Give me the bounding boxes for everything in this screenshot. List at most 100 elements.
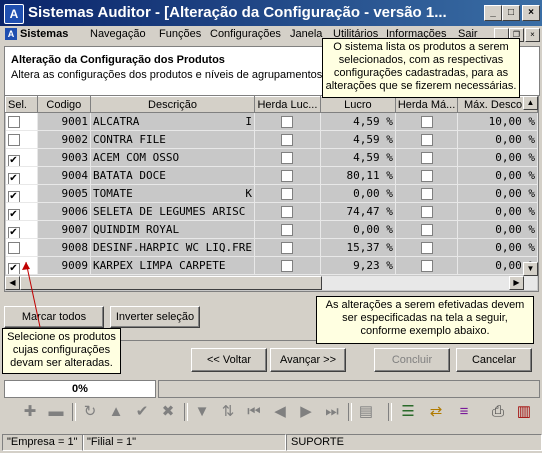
select-checkbox[interactable]	[7, 116, 20, 128]
herda-lucro-checkbox[interactable]	[281, 188, 294, 200]
scroll-down-button[interactable]: ▼	[523, 262, 538, 276]
herda-lucro-cell[interactable]	[254, 202, 321, 221]
mdi-close-button[interactable]: ×	[525, 28, 540, 42]
herda-lucro-cell[interactable]	[254, 112, 321, 131]
col-header-sel[interactable]: Sel.	[5, 96, 38, 113]
herda-lucro-checkbox[interactable]	[281, 242, 294, 254]
table-row[interactable]: ✔ 9007 QUINDIM ROYAL 0,00 % 0,00 %	[5, 220, 538, 239]
select-checkbox[interactable]: ✔	[7, 154, 20, 166]
table-row[interactable]: ✔ 9006 SELETA DE LEGUMES ARISC 74,47 % 0,00 …	[5, 202, 538, 221]
max-desconto-cell[interactable]: 0,00 %	[457, 220, 538, 239]
herda-lucro-checkbox[interactable]	[281, 260, 294, 272]
herda-lucro-cell[interactable]	[254, 238, 321, 257]
herda-max-checkbox[interactable]	[420, 206, 433, 218]
lucro-cell[interactable]: 4,59 %	[320, 148, 396, 167]
filter-icon[interactable]: ▼	[192, 402, 212, 422]
previous-record-icon[interactable]: ◀	[270, 402, 290, 422]
products-grid[interactable]: Sel. Codigo Descrição Herda Luc... Lucro…	[4, 95, 539, 292]
refresh-icon[interactable]: ↻	[80, 402, 100, 422]
menu-sistemas[interactable]: Sistemas	[20, 28, 68, 40]
sel-cell[interactable]: ✔	[5, 166, 38, 185]
max-desconto-cell[interactable]: 0,00 %	[457, 238, 538, 257]
sel-cell[interactable]: ✔	[5, 220, 38, 239]
table-row[interactable]: ✔ 9009 KARPEX LIMPA CARPETE 9,23 % 0,00 %	[5, 256, 538, 275]
cancel-icon[interactable]: ✖	[158, 402, 178, 422]
table-row[interactable]: ✔ 9003 ACEM COM OSSO 4,59 % 0,00 %	[5, 148, 538, 167]
sort-icon[interactable]: ⇅	[218, 402, 238, 422]
horizontal-scrollbar[interactable]: ◀ ▶	[5, 276, 537, 290]
menu-funcoes[interactable]: Funções	[159, 28, 201, 40]
first-record-icon[interactable]: ⏮	[244, 402, 264, 422]
lucro-cell[interactable]: 74,47 %	[320, 202, 396, 221]
print-icon[interactable]: ⎙	[488, 402, 508, 422]
list-icon[interactable]: ☰	[398, 402, 418, 422]
col-header-herda-max[interactable]: Herda Má...	[394, 96, 459, 113]
menu-configuracoes[interactable]: Configurações	[210, 28, 281, 40]
close-button[interactable]: ×	[522, 5, 540, 21]
select-checkbox[interactable]: ✔	[7, 208, 20, 220]
herda-max-cell[interactable]	[395, 184, 459, 203]
select-checkbox[interactable]	[7, 242, 20, 254]
remove-icon[interactable]: ▬	[46, 402, 66, 422]
herda-max-checkbox[interactable]	[420, 134, 433, 146]
inverter-selecao-button[interactable]: Inverter seleção	[110, 306, 200, 328]
concluir-button[interactable]: Concluir	[374, 348, 450, 372]
select-checkbox[interactable]: ✔	[7, 226, 20, 238]
sel-cell[interactable]: ✔	[5, 148, 38, 167]
herda-max-checkbox[interactable]	[420, 170, 433, 182]
herda-lucro-cell[interactable]	[254, 166, 321, 185]
maximize-button[interactable]: □	[502, 5, 520, 21]
herda-lucro-cell[interactable]	[254, 148, 321, 167]
select-checkbox[interactable]: ✔	[7, 190, 20, 202]
lucro-cell[interactable]: 4,59 %	[320, 130, 396, 149]
export-icon[interactable]: ⇄	[426, 402, 446, 422]
scroll-left-button[interactable]: ◀	[5, 276, 20, 290]
herda-lucro-cell[interactable]	[254, 256, 321, 275]
menu-navegacao[interactable]: Navegação	[90, 28, 146, 40]
herda-max-checkbox[interactable]	[420, 116, 433, 128]
herda-max-checkbox[interactable]	[420, 152, 433, 164]
max-desconto-cell[interactable]: 0,00 %	[457, 184, 538, 203]
chart-icon[interactable]: ▥	[514, 402, 534, 422]
table-row[interactable]: 9008 DESINF.HARPIC WC LIQ.FRE 15,37 % 0,00 …	[5, 238, 538, 257]
select-checkbox[interactable]: ✔	[7, 262, 20, 274]
herda-lucro-checkbox[interactable]	[281, 134, 294, 146]
herda-max-checkbox[interactable]	[420, 242, 433, 254]
herda-lucro-cell[interactable]	[254, 220, 321, 239]
herda-lucro-checkbox[interactable]	[281, 116, 294, 128]
herda-lucro-cell[interactable]	[254, 184, 321, 203]
lucro-cell[interactable]: 9,23 %	[320, 256, 396, 275]
max-desconto-cell[interactable]: 0,00 %	[457, 202, 538, 221]
col-header-codigo[interactable]: Codigo	[36, 96, 92, 113]
herda-lucro-checkbox[interactable]	[281, 152, 294, 164]
herda-lucro-checkbox[interactable]	[281, 170, 294, 182]
lucro-cell[interactable]: 15,37 %	[320, 238, 396, 257]
herda-max-cell[interactable]	[395, 256, 459, 275]
add-icon[interactable]: ✚	[20, 402, 40, 422]
max-desconto-cell[interactable]: 10,00 %	[457, 112, 538, 131]
avancar-button[interactable]: Avançar >>	[270, 348, 346, 372]
herda-max-cell[interactable]	[395, 112, 459, 131]
select-checkbox[interactable]	[7, 134, 20, 146]
menu-janela[interactable]: Janela	[290, 28, 322, 40]
sel-cell[interactable]	[5, 238, 38, 257]
lucro-cell[interactable]: 4,59 %	[320, 112, 396, 131]
confirm-icon[interactable]: ✔	[132, 402, 152, 422]
max-desconto-cell[interactable]: 0,00 %	[457, 166, 538, 185]
col-header-lucro[interactable]: Lucro	[319, 96, 396, 113]
herda-max-cell[interactable]	[395, 130, 459, 149]
last-record-icon[interactable]: ⏭	[322, 402, 342, 422]
lucro-cell[interactable]: 0,00 %	[320, 220, 396, 239]
minimize-button[interactable]: _	[484, 5, 502, 21]
table-row[interactable]: ✔ 9005 TOMATE K 0,00 % 0,00 %	[5, 184, 538, 203]
col-header-herda-lucro[interactable]: Herda Luc...	[253, 96, 321, 113]
max-desconto-cell[interactable]: 0,00 %	[457, 148, 538, 167]
up-icon[interactable]: ▲	[106, 402, 126, 422]
next-record-icon[interactable]: ▶	[296, 402, 316, 422]
sel-cell[interactable]	[5, 130, 38, 149]
herda-lucro-checkbox[interactable]	[281, 206, 294, 218]
app-menu-icon[interactable]: A	[5, 28, 17, 40]
lucro-cell[interactable]: 0,00 %	[320, 184, 396, 203]
table-row[interactable]: 9002 CONTRA FILE 4,59 % 0,00 %	[5, 130, 538, 149]
herda-max-cell[interactable]	[395, 220, 459, 239]
